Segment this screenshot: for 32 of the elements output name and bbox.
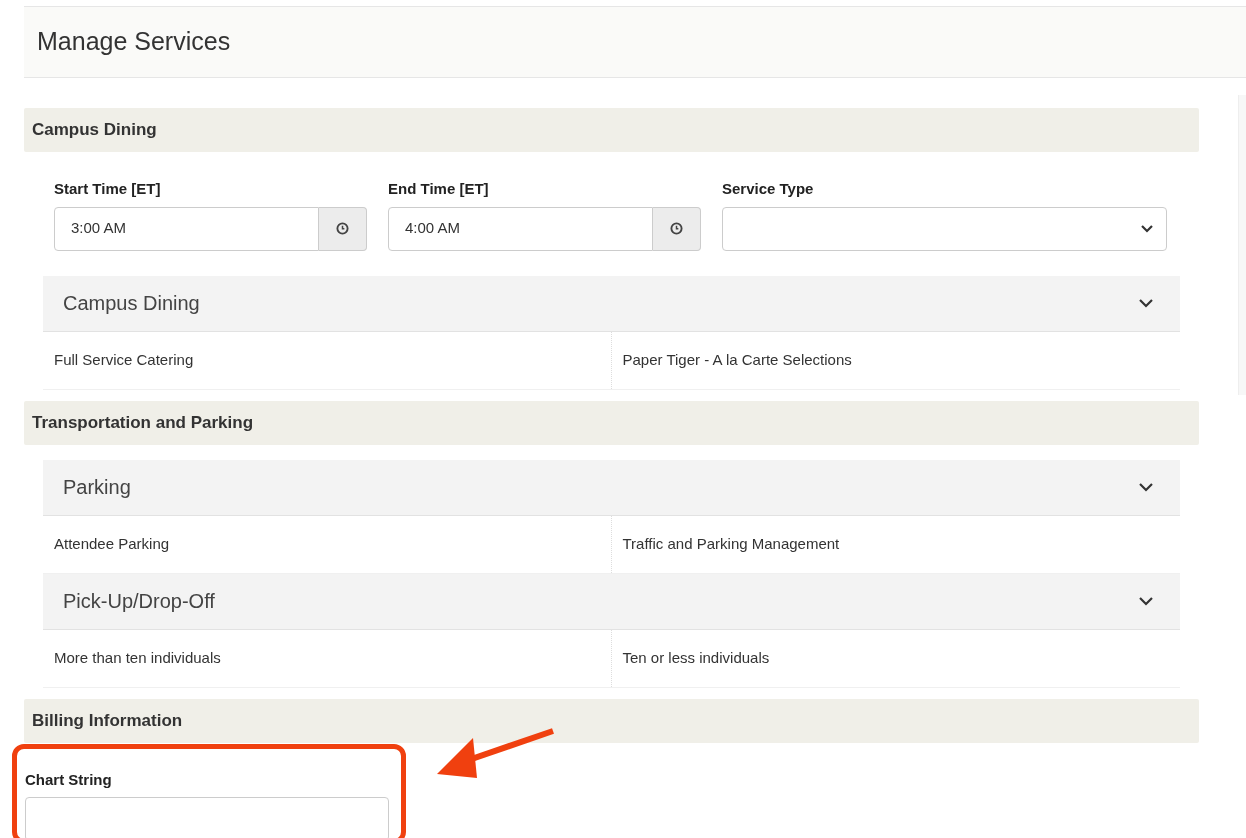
time-field[interactable]: 4:00 AM (388, 206, 653, 251)
dropdown-chevron-icon (1140, 224, 1154, 233)
chevron-icon (1138, 596, 1154, 606)
service-option[interactable]: Paper Tiger - A la Carte Selections (622, 348, 852, 372)
input-field[interactable] (25, 797, 389, 838)
section-title: Campus Dining (32, 119, 157, 142)
service-option[interactable]: Ten or less individuals (622, 646, 770, 670)
group-title: Parking (63, 475, 131, 500)
clock-button[interactable] (319, 206, 367, 251)
chevron-icon (1138, 298, 1154, 308)
field-label: Start Time [ET] (54, 179, 162, 199)
group-header[interactable]: Parking (43, 459, 1180, 516)
service-option[interactable]: Attendee Parking (54, 532, 170, 556)
service-option[interactable]: More than ten individuals (54, 646, 221, 670)
section-title: Transportation and Parking (32, 411, 254, 434)
clock-icon (336, 222, 349, 235)
page-title: Manage Services (37, 26, 231, 58)
group-title: Campus Dining (63, 291, 200, 316)
field-label: End Time [ET] (388, 179, 490, 199)
group-title: Pick-Up/Drop-Off (63, 589, 215, 614)
section-title: Billing Information (32, 709, 183, 732)
field-label: Service Type (722, 179, 815, 199)
clock-icon (670, 222, 683, 235)
service-option[interactable]: Full Service Catering (54, 348, 194, 372)
chevron-icon (1138, 482, 1154, 492)
clock-button[interactable] (653, 206, 701, 251)
group-header[interactable]: Pick-Up/Drop-Off (43, 573, 1180, 630)
service-option[interactable]: Traffic and Parking Management (622, 532, 840, 556)
arrow-icon (435, 727, 555, 780)
group-header[interactable]: Campus Dining (43, 275, 1180, 332)
time-field[interactable]: 3:00 AM (54, 206, 319, 251)
field-label: Chart String (25, 769, 113, 790)
